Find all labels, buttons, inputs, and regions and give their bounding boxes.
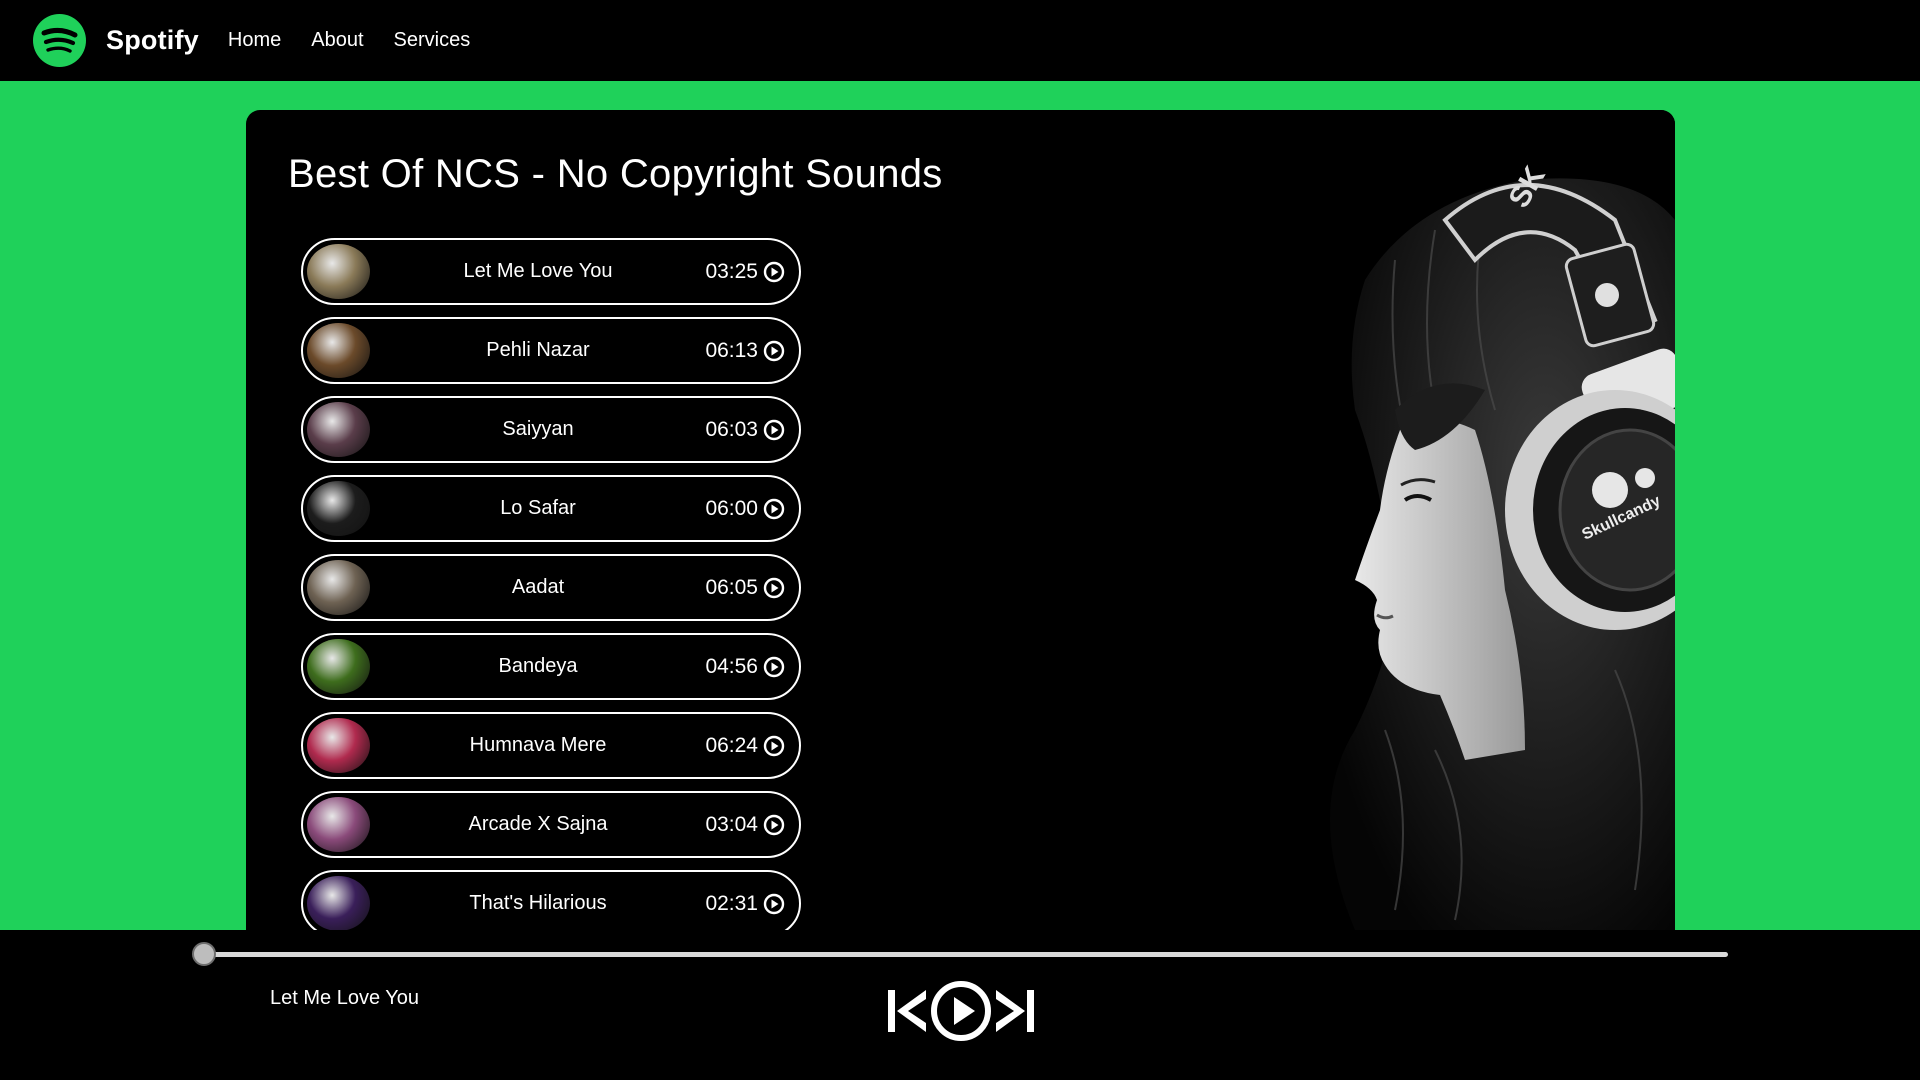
song-duration: 06:24 (705, 733, 758, 757)
play-circle-icon[interactable] (763, 419, 785, 441)
song-title: Lo Safar (500, 497, 576, 519)
song-item[interactable]: Lo Safar 06:00 (301, 475, 801, 542)
song-duration: 02:31 (705, 891, 758, 915)
song-duration-group: 06:13 (705, 339, 785, 363)
playlist-title: Best Of NCS - No Copyright Sounds (288, 152, 943, 196)
hero-image: SK Skullcandy (1055, 110, 1675, 930)
song-item[interactable]: Humnava Mere 06:24 (301, 712, 801, 779)
song-duration: 06:03 (705, 417, 758, 441)
song-item[interactable]: Pehli Nazar 06:13 (301, 317, 801, 384)
progress-knob[interactable] (192, 942, 216, 966)
play-circle-icon[interactable] (763, 577, 785, 599)
song-title: That's Hilarious (469, 892, 607, 914)
now-playing-title: Let Me Love You (270, 987, 420, 1009)
song-duration-group: 06:05 (705, 576, 785, 600)
song-duration-group: 02:31 (705, 892, 785, 916)
song-duration: 03:04 (705, 812, 758, 836)
song-duration: 06:00 (705, 496, 758, 520)
nav-link-about[interactable]: About (311, 29, 363, 52)
song-title: Pehli Nazar (486, 339, 590, 361)
song-list: Let Me Love You 03:25 Pehli Nazar 06:13 Saiy… (301, 238, 801, 930)
spotify-logo-icon[interactable] (33, 14, 86, 67)
play-circle-icon[interactable] (763, 814, 785, 836)
song-duration: 03:25 (705, 259, 758, 283)
progress-bar[interactable] (204, 952, 1728, 957)
song-duration-group: 03:25 (705, 260, 785, 284)
song-title: Saiyyan (502, 418, 574, 440)
player-controls (886, 980, 1036, 1042)
nav-link-home[interactable]: Home (228, 29, 281, 52)
song-item[interactable]: Bandeya 04:56 (301, 633, 801, 700)
song-duration: 06:05 (705, 575, 758, 599)
skip-previous-icon[interactable] (886, 987, 928, 1035)
nav-link-services[interactable]: Services (394, 29, 471, 52)
song-item[interactable]: Let Me Love You 03:25 (301, 238, 801, 305)
skip-next-icon[interactable] (994, 987, 1036, 1035)
navbar: Spotify Home About Services (0, 0, 1920, 81)
song-item[interactable]: That's Hilarious 02:31 (301, 870, 801, 930)
play-circle-icon[interactable] (763, 261, 785, 283)
song-title: Aadat (511, 576, 565, 598)
play-circle-icon[interactable] (763, 893, 785, 915)
play-circle-icon[interactable] (763, 735, 785, 757)
song-title: Arcade X Sajna (468, 813, 608, 835)
song-item[interactable]: Saiyyan 06:03 (301, 396, 801, 463)
play-circle-icon[interactable] (763, 498, 785, 520)
song-duration: 06:13 (705, 338, 758, 362)
play-circle-icon[interactable] (763, 340, 785, 362)
song-title: Let Me Love You (463, 260, 613, 282)
song-item[interactable]: Arcade X Sajna 03:04 (301, 791, 801, 858)
song-duration-group: 04:56 (705, 655, 785, 679)
song-title: Humnava Mere (469, 734, 607, 756)
play-circle-icon[interactable] (763, 656, 785, 678)
song-duration: 04:56 (705, 654, 758, 678)
playlist-card: Best Of NCS - No Copyright Sounds Let Me… (246, 110, 1675, 930)
song-title: Bandeya (498, 655, 578, 677)
player-bar: Let Me Love You (0, 930, 1920, 1080)
song-duration-group: 06:24 (705, 734, 785, 758)
song-duration-group: 06:00 (705, 497, 785, 521)
brand-name[interactable]: Spotify (106, 25, 199, 56)
play-pause-icon[interactable] (930, 980, 992, 1042)
song-duration-group: 06:03 (705, 418, 785, 442)
song-item[interactable]: Aadat 06:05 (301, 554, 801, 621)
song-duration-group: 03:04 (705, 813, 785, 837)
